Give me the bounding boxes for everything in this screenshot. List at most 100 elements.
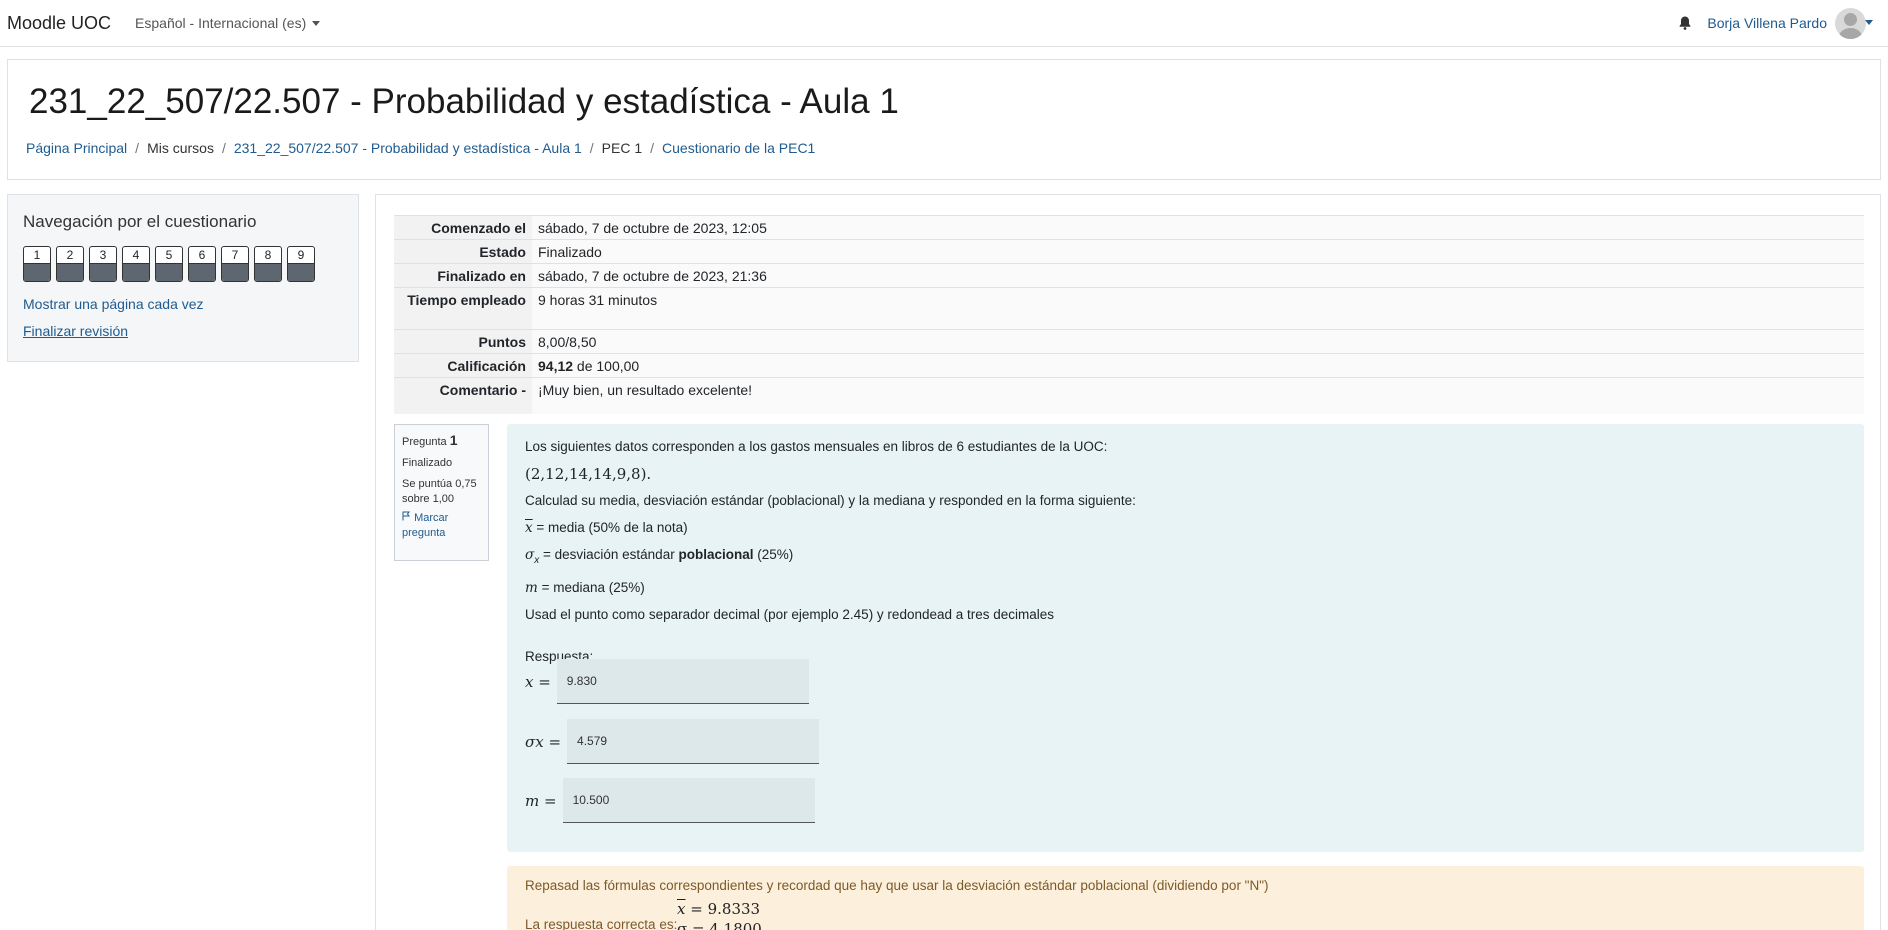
table-row: Puntos 8,00/8,50 <box>394 329 1864 354</box>
question-status-fill <box>288 263 314 281</box>
question-button-7[interactable]: 7 <box>221 246 249 282</box>
bell-icon[interactable] <box>1677 15 1693 31</box>
chevron-down-icon <box>312 20 321 26</box>
answer-row-sigma: σx = 4.579 <box>525 719 820 764</box>
correct-answer-label: La respuesta correcta es: <box>525 917 678 930</box>
answer-row-mean: x = 9.830 <box>525 659 809 704</box>
table-row: Comentario - ¡Muy bien, un resultado exc… <box>394 377 1864 414</box>
breadcrumb-my-courses: Mis cursos <box>147 140 214 156</box>
show-one-page-link[interactable]: Mostrar una página cada vez <box>23 296 204 312</box>
sigma-description: = desviación estándar <box>542 547 679 562</box>
question-button-3[interactable]: 3 <box>89 246 117 282</box>
question-dataset: (2,12,14,14,9,8). <box>525 465 652 483</box>
question-button-9[interactable]: 9 <box>287 246 315 282</box>
table-row: Calificación 94,12 de 100,00 <box>394 353 1864 378</box>
question-number-value: 1 <box>449 432 458 448</box>
flag-icon <box>402 511 410 521</box>
summary-label: Finalizado en <box>394 263 532 288</box>
answer-mean-label: x = <box>525 672 551 691</box>
language-menu[interactable]: Español - Internacional (es) <box>135 15 321 31</box>
user-area: Borja Villena Pardo <box>1677 0 1888 46</box>
answer-median-field[interactable]: 10.500 <box>562 778 815 823</box>
breadcrumb-section: PEC 1 <box>601 140 643 156</box>
breadcrumb-separator: / <box>589 140 594 156</box>
summary-label: Estado <box>394 239 532 264</box>
feedback-text: Repasad las fórmulas correspondientes y … <box>525 878 1269 893</box>
question-status-fill <box>90 263 116 281</box>
summary-value: ¡Muy bien, un resultado excelente! <box>532 377 1864 414</box>
sigma-subscript: x <box>534 555 540 566</box>
sigma-description-bold: poblacional <box>678 547 754 562</box>
main-region: Comenzado el sábado, 7 de octubre de 202… <box>375 194 1881 930</box>
answer-median-label: m = <box>525 791 557 810</box>
table-row: Comenzado el sábado, 7 de octubre de 202… <box>394 215 1864 240</box>
sigma-definition: σx = desviación estándar poblacional (25… <box>525 545 1846 571</box>
question-label: Pregunta <box>402 436 447 448</box>
question-button-5[interactable]: 5 <box>155 246 183 282</box>
flag-question-link[interactable]: Marcar pregunta <box>402 511 481 541</box>
site-brand[interactable]: Moodle UOC <box>7 13 111 34</box>
summary-value: Finalizado <box>532 239 1864 264</box>
answer-sigma-field[interactable]: 4.579 <box>567 719 820 764</box>
question-status-fill <box>189 263 215 281</box>
median-symbol: m <box>525 580 538 596</box>
breadcrumb-separator: / <box>221 140 226 156</box>
summary-value: 94,12 de 100,00 <box>532 353 1864 378</box>
summary-label: Comenzado el <box>394 215 532 240</box>
finish-review-link[interactable]: Finalizar revisión <box>23 323 128 339</box>
top-navbar: Moodle UOC Español - Internacional (es) … <box>0 0 1888 47</box>
quiz-navigation-block: Navegación por el cuestionario 1 2 3 4 5… <box>7 194 359 362</box>
sigma-symbol: σ <box>525 547 535 563</box>
grade-value: 94,12 <box>538 358 574 374</box>
page-title: 231_22_507/22.507 - Probabilidad y estad… <box>29 82 899 121</box>
summary-value: 9 horas 31 minutos <box>532 287 1864 330</box>
question-button-6[interactable]: 6 <box>188 246 216 282</box>
sigma-description-end: (25%) <box>753 547 794 562</box>
question-button-label: 1 <box>33 248 41 262</box>
question-status-fill <box>222 263 248 281</box>
breadcrumb-course[interactable]: 231_22_507/22.507 - Probabilidad y estad… <box>234 140 582 156</box>
question-button-label: 3 <box>99 248 107 262</box>
summary-value: sábado, 7 de octubre de 2023, 12:05 <box>532 215 1864 240</box>
question-button-8[interactable]: 8 <box>254 246 282 282</box>
summary-label: Puntos <box>394 329 532 354</box>
question-button-2[interactable]: 2 <box>56 246 84 282</box>
question-content: Los siguientes datos corresponden a los … <box>507 424 1864 852</box>
question-button-label: 7 <box>231 248 239 262</box>
question-button-label: 4 <box>132 248 140 262</box>
chevron-down-icon[interactable] <box>1865 20 1873 25</box>
question-status-fill <box>123 263 149 281</box>
question-number: Pregunta 1 <box>402 433 481 450</box>
mean-description: = media (50% de la nota) <box>536 520 688 535</box>
question-status-fill <box>57 263 83 281</box>
table-row: Estado Finalizado <box>394 239 1864 264</box>
user-name[interactable]: Borja Villena Pardo <box>1707 15 1827 31</box>
summary-value: 8,00/8,50 <box>532 329 1864 354</box>
breadcrumb-quiz[interactable]: Cuestionario de la PEC1 <box>662 140 815 156</box>
question-state: Finalizado <box>402 457 453 469</box>
question-grade: Se puntúa 0,75 sobre 1,00 <box>402 478 477 505</box>
breadcrumb-separator: / <box>650 140 655 156</box>
question-instruction: Calculad su media, desviación estándar (… <box>525 493 1136 508</box>
answer-row-median: m = 10.500 <box>525 778 815 823</box>
summary-value: sábado, 7 de octubre de 2023, 21:36 <box>532 263 1864 288</box>
median-definition: m = mediana (25%) <box>525 578 1846 598</box>
question-status-fill <box>24 263 50 281</box>
median-description: = mediana (25%) <box>541 580 645 595</box>
summary-label: Tiempo empleado <box>394 287 532 330</box>
grade-max: de 100,00 <box>573 358 640 374</box>
answer-mean-field[interactable]: 9.830 <box>556 659 809 704</box>
question-button-4[interactable]: 4 <box>122 246 150 282</box>
mean-symbol: x <box>525 520 533 536</box>
correct-mean-formula: x = 9.8333 <box>677 900 760 918</box>
question-button-1[interactable]: 1 <box>23 246 51 282</box>
mean-definition: x = media (50% de la nota) <box>525 518 1846 538</box>
avatar[interactable] <box>1835 7 1866 39</box>
attempt-summary-table: Comenzado el sábado, 7 de octubre de 202… <box>394 215 1864 414</box>
question-button-label: 8 <box>264 248 272 262</box>
breadcrumb-home[interactable]: Página Principal <box>26 140 127 156</box>
question-feedback: Repasad las fórmulas correspondientes y … <box>507 866 1864 930</box>
table-row: Tiempo empleado 9 horas 31 minutos <box>394 287 1864 330</box>
correct-mean-value: = 9.8333 <box>690 900 761 918</box>
question-status-fill <box>255 263 281 281</box>
